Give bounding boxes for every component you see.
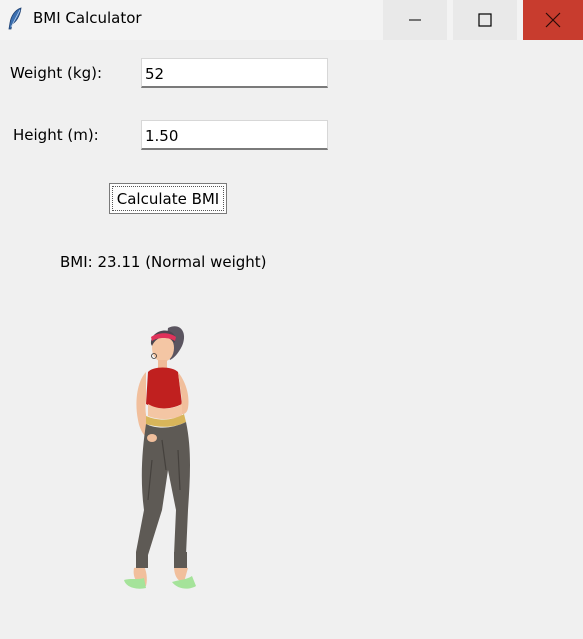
close-button[interactable] <box>523 0 583 40</box>
weight-input[interactable] <box>141 58 328 88</box>
minimize-button[interactable] <box>383 0 447 40</box>
calculate-bmi-button[interactable]: Calculate BMI <box>109 183 227 214</box>
weight-label: Weight (kg): <box>10 64 102 82</box>
height-label: Height (m): <box>13 126 99 144</box>
window-title: BMI Calculator <box>33 9 142 27</box>
focus-ring <box>112 186 224 211</box>
standing-woman-illustration <box>108 320 208 595</box>
title-bar: BMI Calculator <box>0 0 583 40</box>
feather-icon <box>6 7 24 31</box>
maximize-icon <box>478 13 492 27</box>
bmi-result-text: BMI: 23.11 (Normal weight) <box>60 253 267 271</box>
maximize-button[interactable] <box>453 0 517 40</box>
height-input[interactable] <box>141 120 328 150</box>
minimize-icon <box>408 13 422 27</box>
close-icon <box>545 12 561 28</box>
